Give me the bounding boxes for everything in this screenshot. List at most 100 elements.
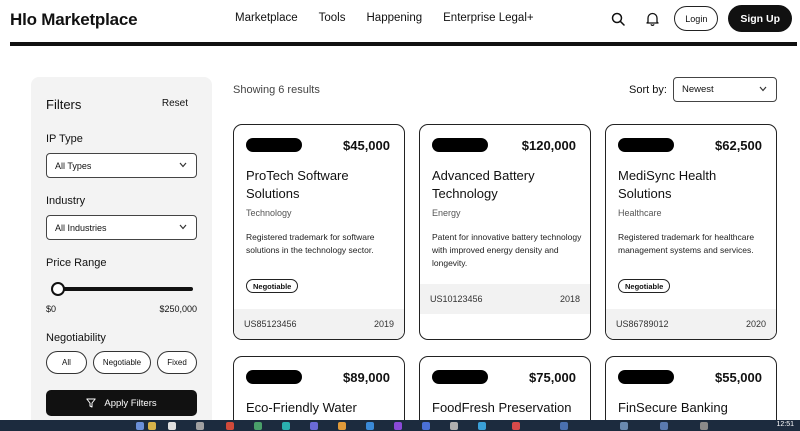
taskbar-app-icon[interactable] [282, 422, 290, 430]
header-actions: Login Sign Up [606, 5, 792, 32]
negotiable-badge: Negotiable [618, 279, 671, 293]
listing-price: $75,000 [529, 370, 576, 385]
taskbar-app-icon[interactable] [478, 422, 486, 430]
listing-title[interactable]: MediSync Health Solutions [618, 167, 768, 203]
negotiability-label: Negotiability [46, 332, 106, 344]
os-taskbar: 12:51 [0, 420, 800, 431]
listing-year: 2018 [559, 294, 580, 304]
nav-happening[interactable]: Happening [367, 12, 423, 24]
taskbar-app-icon[interactable] [620, 422, 628, 430]
chevron-down-icon [759, 86, 767, 92]
listing-id: US85123456 [244, 319, 297, 329]
industry-label: Industry [46, 195, 86, 207]
listing-description: Registered trademark for healthcare mana… [618, 232, 755, 255]
negotiability-negotiable-chip[interactable]: Negotiable [93, 351, 151, 374]
taskbar-app-icon[interactable] [148, 422, 156, 430]
listing-category: Technology [246, 208, 292, 218]
industry-value: All Industries [55, 222, 107, 233]
listing-price: $45,000 [343, 138, 390, 153]
main-nav: Marketplace Tools Happening Enterprise L… [235, 12, 534, 24]
industry-select[interactable]: All Industries [46, 215, 197, 240]
listing-title[interactable]: Advanced Battery Technology [432, 167, 582, 203]
listing-id: US10123456 [430, 294, 483, 304]
sort-value: Newest [682, 84, 714, 95]
price-max-label: $250,000 [159, 304, 197, 314]
ip-type-select[interactable]: All Types [46, 153, 197, 178]
taskbar-app-icon[interactable] [254, 422, 262, 430]
listing-title[interactable]: ProTech Software Solutions [246, 167, 396, 203]
ip-type-value: All Types [55, 160, 92, 171]
taskbar-app-icon[interactable] [196, 422, 204, 430]
price-min-label: $0 [46, 304, 57, 314]
search-icon[interactable] [606, 7, 630, 31]
negotiability-options: All Negotiable Fixed [46, 351, 197, 374]
taskbar-app-icon[interactable] [136, 422, 144, 430]
listing-price: $62,500 [715, 138, 762, 153]
listing-id: US86789012 [616, 319, 669, 329]
taskbar-app-icon[interactable] [512, 422, 520, 430]
listing-description: Registered trademark for software soluti… [246, 232, 375, 255]
listing-title[interactable]: FoodFresh Preservation [432, 399, 582, 417]
filters-panel: Filters Reset IP Type All Types Industry… [31, 77, 212, 431]
listing-year: 2020 [745, 319, 766, 329]
apply-filters-label: Apply Filters [104, 397, 157, 409]
filter-icon [86, 398, 97, 408]
signup-button[interactable]: Sign Up [728, 5, 792, 32]
header-divider [10, 42, 797, 46]
listing-title[interactable]: FinSecure Banking [618, 399, 768, 417]
listing-card[interactable]: $120,000 Advanced Battery Technology Ene… [419, 124, 591, 340]
top-header: Hlo Marketplace Marketplace Tools Happen… [0, 0, 800, 40]
chevron-down-icon [179, 224, 187, 230]
nav-marketplace[interactable]: Marketplace [235, 12, 298, 24]
taskbar-app-icon[interactable] [450, 422, 458, 430]
listing-footer: US86789012 2020 [606, 309, 776, 339]
brand-logo[interactable]: Hlo Marketplace [10, 10, 138, 30]
redacted-owner [246, 138, 302, 152]
ip-type-label: IP Type [46, 133, 83, 145]
taskbar-app-icon[interactable] [394, 422, 402, 430]
redacted-owner [432, 138, 488, 152]
bell-icon[interactable] [640, 7, 664, 31]
price-slider-thumb[interactable] [51, 282, 65, 296]
taskbar-app-icon[interactable] [366, 422, 374, 430]
redacted-owner [618, 138, 674, 152]
price-slider-track[interactable] [53, 287, 193, 291]
negotiable-badge: Negotiable [246, 279, 299, 293]
taskbar-app-icon[interactable] [700, 422, 708, 430]
taskbar-app-icon[interactable] [226, 422, 234, 430]
listing-price: $89,000 [343, 370, 390, 385]
negotiability-all-chip[interactable]: All [46, 351, 87, 374]
apply-filters-button[interactable]: Apply Filters [46, 390, 197, 416]
negotiability-fixed-chip[interactable]: Fixed [157, 351, 197, 374]
listing-category: Energy [432, 208, 461, 218]
login-button[interactable]: Login [674, 6, 719, 31]
listing-year: 2019 [373, 319, 394, 329]
listing-category: Healthcare [618, 208, 662, 218]
sort-select[interactable]: Newest [673, 77, 777, 102]
listing-description: Patent for innovative battery technology… [432, 232, 582, 268]
taskbar-app-icon[interactable] [310, 422, 318, 430]
listing-footer: US85123456 2019 [234, 309, 404, 339]
taskbar-app-icon[interactable] [338, 422, 346, 430]
taskbar-app-icon[interactable] [560, 422, 568, 430]
taskbar-clock: 12:51 [776, 421, 794, 428]
taskbar-app-icon[interactable] [422, 422, 430, 430]
taskbar-app-icon[interactable] [168, 422, 176, 430]
redacted-owner [432, 370, 488, 384]
page: Hlo Marketplace Marketplace Tools Happen… [0, 0, 800, 431]
nav-enterprise-legal[interactable]: Enterprise Legal+ [443, 12, 533, 24]
sort-label: Sort by: [629, 84, 667, 96]
results-count: Showing 6 results [233, 84, 320, 96]
taskbar-app-icon[interactable] [660, 422, 668, 430]
listing-footer: US10123456 2018 [420, 284, 590, 314]
nav-tools[interactable]: Tools [319, 12, 346, 24]
listing-title[interactable]: Eco-Friendly Water [246, 399, 396, 417]
chevron-down-icon [179, 162, 187, 168]
reset-filters-link[interactable]: Reset [162, 98, 188, 109]
listing-price: $55,000 [715, 370, 762, 385]
listing-card[interactable]: $62,500 MediSync Health Solutions Health… [605, 124, 777, 340]
listing-card[interactable]: $45,000 ProTech Software Solutions Techn… [233, 124, 405, 340]
listing-price: $120,000 [521, 138, 576, 153]
redacted-owner [246, 370, 302, 384]
filters-title: Filters [46, 97, 82, 112]
